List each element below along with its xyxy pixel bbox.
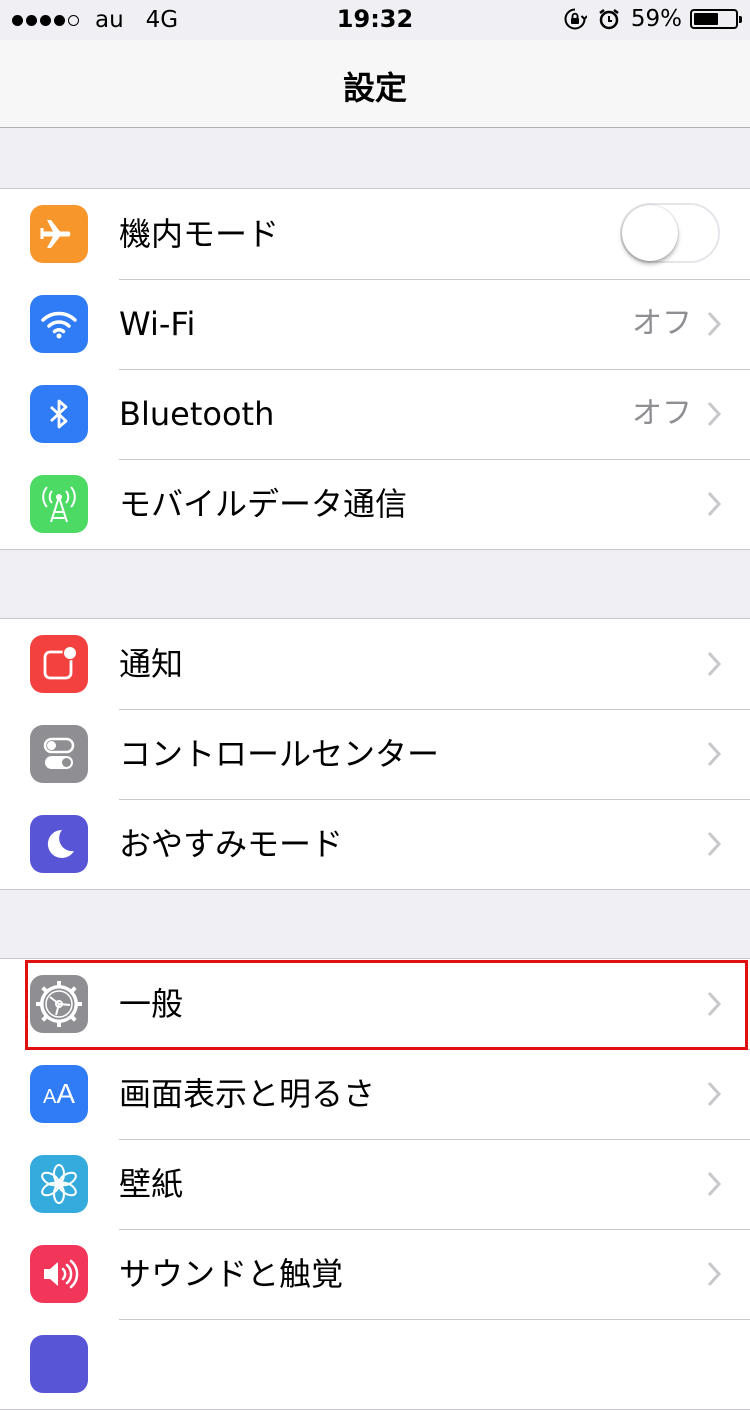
settings-row-label: モバイルデータ通信 xyxy=(119,485,408,523)
highlight-box-general xyxy=(25,960,748,1050)
status-right: 59% xyxy=(563,6,742,32)
partial-icon xyxy=(30,1335,88,1393)
wifi-icon xyxy=(30,295,88,353)
moon-icon xyxy=(30,815,88,873)
battery-icon xyxy=(690,9,742,29)
navigation-bar: 設定 xyxy=(0,40,750,128)
cellular-antenna-icon xyxy=(30,475,88,533)
chevron-right-icon xyxy=(706,490,722,522)
chevron-right-icon xyxy=(706,1080,722,1112)
settings-row-wifi[interactable]: Wi-Fi オフ xyxy=(0,279,750,369)
airplane-icon xyxy=(30,205,88,263)
settings-row-label: 通知 xyxy=(119,645,184,683)
notifications-icon xyxy=(30,635,88,693)
settings-row-value: オフ xyxy=(632,396,692,431)
bluetooth-icon xyxy=(30,385,88,443)
chevron-right-icon xyxy=(706,400,722,432)
settings-row-value: オフ xyxy=(632,306,692,341)
chevron-right-icon xyxy=(706,830,722,862)
settings-row-label: サウンドと触覚 xyxy=(119,1255,344,1293)
settings-row-partial[interactable] xyxy=(0,1319,750,1409)
chevron-right-icon xyxy=(706,650,722,682)
settings-row-label: 機内モード xyxy=(119,215,280,253)
settings-group-notifications: 通知 コントロールセンター おやすみモード xyxy=(0,618,750,890)
airplane-mode-toggle[interactable] xyxy=(620,203,720,263)
page-title: 設定 xyxy=(342,69,407,107)
settings-row-label: 画面表示と明るさ xyxy=(119,1075,376,1113)
chevron-right-icon xyxy=(706,1260,722,1292)
chevron-right-icon xyxy=(706,310,722,342)
settings-row-wallpaper[interactable]: 壁紙 xyxy=(0,1139,750,1229)
rotation-lock-icon xyxy=(563,7,587,31)
settings-row-sounds-haptics[interactable]: サウンドと触覚 xyxy=(0,1229,750,1319)
display-icon-letters: AA xyxy=(42,1078,76,1109)
chevron-right-icon xyxy=(706,740,722,772)
settings-row-cellular[interactable]: モバイルデータ通信 xyxy=(0,459,750,549)
settings-group-connectivity: 機内モード Wi-Fi オフ Bluetooth オフ モバイルデータ通信 xyxy=(0,188,750,550)
battery-percent: 59% xyxy=(630,6,682,32)
alarm-icon xyxy=(597,7,621,31)
settings-row-label: おやすみモード xyxy=(119,825,344,863)
settings-row-notifications[interactable]: 通知 xyxy=(0,619,750,709)
settings-row-label: 壁紙 xyxy=(119,1165,184,1203)
control-center-icon xyxy=(30,725,88,783)
settings-row-control-center[interactable]: コントロールセンター xyxy=(0,709,750,799)
settings-row-bluetooth[interactable]: Bluetooth オフ xyxy=(0,369,750,459)
settings-row-label: Wi-Fi xyxy=(119,305,196,343)
status-bar: au 4G 19:32 59% xyxy=(0,0,750,40)
battery-fill xyxy=(694,13,718,25)
settings-row-airplane-mode[interactable]: 機内モード xyxy=(0,189,750,279)
wallpaper-flower-icon xyxy=(30,1155,88,1213)
toggle-knob xyxy=(622,205,678,261)
display-text-icon: AA xyxy=(30,1065,88,1123)
chevron-right-icon xyxy=(706,1170,722,1202)
speaker-icon xyxy=(30,1245,88,1303)
settings-row-display-brightness[interactable]: AA 画面表示と明るさ xyxy=(0,1049,750,1139)
settings-row-label: コントロールセンター xyxy=(119,735,440,773)
settings-row-label: Bluetooth xyxy=(119,395,275,433)
settings-row-do-not-disturb[interactable]: おやすみモード xyxy=(0,799,750,889)
